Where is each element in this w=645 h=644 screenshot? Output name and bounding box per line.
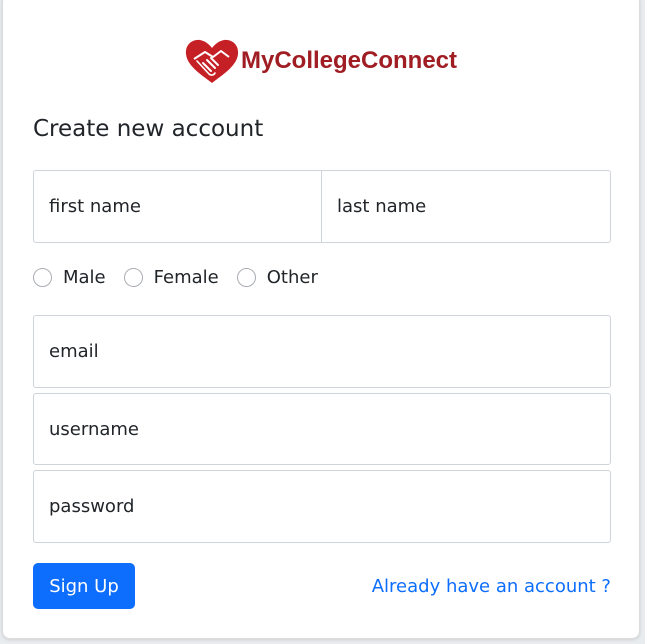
brand-header: MyCollegeConnect: [183, 36, 457, 86]
radio-other[interactable]: [236, 268, 256, 287]
gender-option-other[interactable]: Other: [236, 267, 318, 288]
brand-name: MyCollegeConnect: [241, 47, 458, 74]
gender-radio-group: Male Female Other: [33, 267, 336, 288]
first-name-input[interactable]: [33, 170, 323, 243]
login-link[interactable]: Already have an account ?: [372, 576, 611, 597]
sign-up-button[interactable]: Sign Up: [33, 563, 135, 609]
password-input[interactable]: [33, 470, 611, 543]
gender-label-female: Female: [153, 267, 219, 288]
radio-female[interactable]: [123, 268, 143, 287]
gender-option-female[interactable]: Female: [123, 267, 219, 288]
gender-label-male: Male: [63, 267, 106, 288]
page-title: Create new account: [33, 116, 264, 142]
gender-option-male[interactable]: Male: [33, 267, 106, 288]
last-name-input[interactable]: [321, 170, 611, 243]
username-input[interactable]: [33, 393, 611, 465]
heart-handshake-icon: [183, 37, 241, 85]
radio-male[interactable]: [33, 268, 52, 287]
email-input[interactable]: [33, 315, 611, 388]
gender-label-other: Other: [266, 267, 318, 288]
